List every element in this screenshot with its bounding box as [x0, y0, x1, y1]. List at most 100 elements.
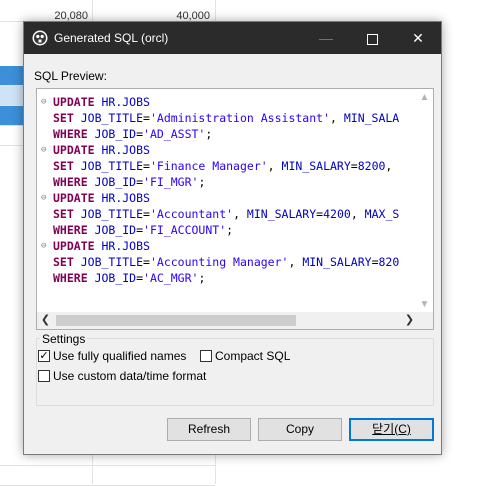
sql-token: 820	[378, 255, 400, 269]
sql-preview-editor[interactable]: ⊖ UPDATE HR.JOBS SET JOB_TITLE='Administra…	[36, 88, 434, 330]
custom-format-label: Use custom data/time format	[53, 369, 207, 383]
sql-token: 'Accountant'	[149, 207, 234, 221]
sql-token: MAX_S	[364, 207, 400, 221]
checkbox-checked-icon[interactable]: ✓	[38, 350, 50, 362]
sql-token: 4200	[323, 207, 351, 221]
sql-token: UPDATE	[53, 95, 95, 109]
sql-line-text: WHERE JOB_ID='AC_MGR';	[53, 270, 205, 286]
sql-token: JOB_TITLE	[80, 255, 144, 269]
refresh-button[interactable]: Refresh	[167, 418, 251, 441]
fold-toggle-icon[interactable]: ⊖	[41, 94, 51, 110]
maximize-button[interactable]	[349, 22, 395, 54]
title-bar[interactable]: Generated SQL (orcl) — ✕	[24, 22, 441, 54]
sql-preview-label: SQL Preview:	[34, 69, 107, 83]
scrollbar-corner	[416, 312, 433, 329]
sql-token: JOB_ID	[94, 127, 137, 141]
checkbox-unchecked-icon[interactable]	[38, 370, 50, 382]
fold-toggle-icon[interactable]: ⊖	[41, 142, 51, 158]
sql-token: HR.JOBS	[101, 95, 150, 109]
grid-row	[0, 466, 215, 486]
sql-token: SET	[53, 255, 74, 269]
sql-line: WHERE JOB_ID='FI_MGR';	[41, 174, 411, 190]
minimize-button[interactable]: —	[303, 22, 349, 54]
checkbox-unchecked-icon[interactable]	[200, 350, 212, 362]
sql-line: SET JOB_TITLE='Finance Manager', MIN_SAL…	[41, 158, 411, 174]
custom-format-checkbox[interactable]: Use custom data/time format	[38, 369, 206, 383]
fold-toggle-icon[interactable]: ⊖	[41, 238, 51, 254]
settings-legend: Settings	[40, 332, 88, 346]
sql-token: =	[136, 175, 144, 189]
sql-line: ⊖ UPDATE HR.JOBS	[41, 142, 411, 158]
dialog-title: Generated SQL (orcl)	[54, 31, 169, 45]
sql-line-text: UPDATE HR.JOBS	[53, 190, 150, 206]
sql-token: WHERE	[53, 175, 88, 189]
sql-token: 'AD_ASST'	[143, 127, 206, 141]
sql-token: MIN_SALARY	[302, 255, 372, 269]
close-button[interactable]: 닫기(C)	[349, 418, 434, 441]
sql-token: ,	[329, 111, 344, 125]
sql-token: 8200	[357, 159, 386, 173]
sql-token: 'Administration Assistant'	[149, 111, 330, 125]
sql-line-text: UPDATE HR.JOBS	[53, 94, 150, 110]
horizontal-scroll-thumb[interactable]	[56, 315, 296, 326]
sql-line: SET JOB_TITLE='Accounting Manager', MIN_…	[41, 254, 411, 270]
sql-token: 'Finance Manager'	[149, 159, 268, 173]
maximize-icon	[366, 33, 378, 45]
sql-token: HR.JOBS	[101, 191, 150, 205]
sql-line-text: SET JOB_TITLE='Accountant', MIN_SALARY=4…	[53, 206, 399, 222]
vertical-scrollbar[interactable]: ▲ ▼	[416, 89, 433, 313]
scroll-up-icon[interactable]: ▲	[416, 89, 433, 106]
sql-token: WHERE	[53, 223, 88, 237]
fold-toggle-icon[interactable]: ⊖	[41, 190, 51, 206]
dbeaver-icon	[32, 30, 48, 46]
sql-token: SET	[53, 159, 74, 173]
scroll-left-icon[interactable]: ❮	[37, 312, 54, 329]
sql-token: MIN_SALARY	[246, 207, 317, 221]
sql-token: =	[136, 271, 144, 285]
sql-token: JOB_TITLE	[80, 159, 144, 173]
close-icon: ✕	[412, 30, 424, 46]
minimize-icon: —	[319, 30, 333, 46]
sql-code-area[interactable]: ⊖ UPDATE HR.JOBS SET JOB_TITLE='Administra…	[41, 89, 411, 313]
grid-row	[0, 2, 215, 22]
sql-token: ,	[267, 159, 282, 173]
sql-token: HR.JOBS	[101, 143, 150, 157]
generated-sql-dialog: Generated SQL (orcl) — ✕ SQL Preview: ⊖ U…	[23, 21, 442, 455]
sql-token: HR.JOBS	[101, 239, 150, 253]
compact-sql-checkbox[interactable]: Compact SQL	[200, 349, 290, 363]
sql-token: SET	[53, 207, 74, 221]
compact-sql-label: Compact SQL	[215, 349, 291, 363]
sql-token: ;	[226, 223, 234, 237]
sql-token: ,	[385, 159, 393, 173]
close-window-button[interactable]: ✕	[395, 22, 441, 54]
sql-token: 'FI_ACCOUNT'	[143, 223, 227, 237]
sql-line: WHERE JOB_ID='FI_ACCOUNT';	[41, 222, 411, 238]
sql-line-text: SET JOB_TITLE='Administration Assistant'…	[53, 110, 399, 126]
sql-token: WHERE	[53, 271, 88, 285]
sql-token: =	[136, 127, 144, 141]
sql-token: ,	[350, 207, 365, 221]
sql-line: WHERE JOB_ID='AC_MGR';	[41, 270, 411, 286]
sql-token: UPDATE	[53, 191, 95, 205]
sql-token: SET	[53, 111, 74, 125]
fully-qualified-checkbox[interactable]: ✓ Use fully qualified names	[38, 349, 186, 363]
fully-qualified-label: Use fully qualified names	[53, 349, 187, 363]
sql-token: JOB_ID	[94, 271, 137, 285]
copy-button[interactable]: Copy	[258, 418, 342, 441]
sql-line-text: SET JOB_TITLE='Accounting Manager', MIN_…	[53, 254, 399, 270]
sql-token: ;	[205, 127, 213, 141]
sql-line-text: WHERE JOB_ID='AD_ASST';	[53, 126, 212, 142]
scroll-down-icon[interactable]: ▼	[416, 296, 433, 313]
sql-line: ⊖ UPDATE HR.JOBS	[41, 190, 411, 206]
sql-line: WHERE JOB_ID='AD_ASST';	[41, 126, 411, 142]
close-button-label: 닫기(C)	[372, 422, 411, 436]
horizontal-scrollbar[interactable]: ❮ ❯	[37, 312, 418, 329]
sql-token: 'Accounting Manager'	[149, 255, 289, 269]
sql-token: =	[143, 159, 150, 173]
sql-token: 'FI_MGR'	[143, 175, 199, 189]
